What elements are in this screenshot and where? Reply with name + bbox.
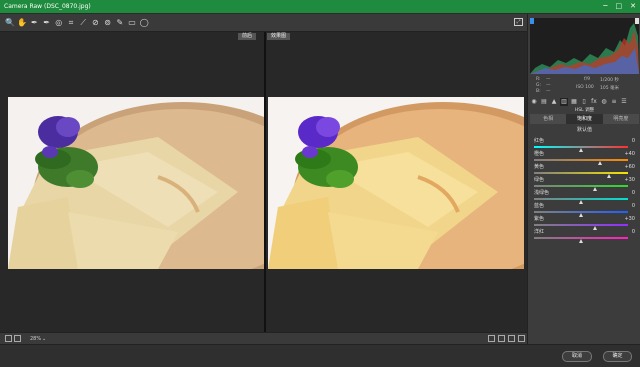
slider-value[interactable]: 0 (632, 138, 635, 144)
fullscreen-toggle-icon[interactable]: ⤢ (514, 18, 523, 26)
slider-label: 绿色 (534, 177, 545, 183)
adjustment-panel: R: G: B: — — — f/9 1/200 秒 ISO 100 105 毫… (527, 14, 640, 344)
slider-label: 洋红 (534, 229, 545, 235)
close-button[interactable]: ✕ (630, 2, 636, 11)
slider-track[interactable] (534, 224, 628, 226)
slider-row: 红色 0 (530, 138, 639, 152)
slider-row: 蓝色 0 (530, 203, 639, 217)
slider-thumb[interactable] (579, 239, 583, 243)
panel-tabs: ◉ ▤ ▲ ▥ ▦ ▯ fx ◍ ≡ ☰ (530, 98, 639, 106)
target-adjust-icon[interactable]: ◎ (54, 17, 64, 28)
copy-settings-icon[interactable] (508, 335, 515, 342)
slider-row: 黄色 +60 (530, 164, 639, 178)
slider-value[interactable]: 0 (632, 203, 635, 209)
footer-bar: 取消 确定 (0, 344, 640, 367)
split-divider (264, 32, 266, 332)
slider-row: 橙色 +40 (530, 151, 639, 165)
zoom-icon[interactable]: 🔍 (5, 17, 15, 28)
snapshots-tab-icon[interactable]: ☰ (620, 98, 628, 106)
adjustment-brush-icon[interactable]: ✎ (115, 17, 125, 28)
camera-info: R: G: B: — — — f/9 1/200 秒 ISO 100 105 毫… (536, 77, 620, 94)
white-balance-icon[interactable]: ✒ (29, 17, 39, 28)
maximize-button[interactable]: □ (616, 2, 623, 11)
slider-label: 浅绿色 (534, 190, 550, 196)
slider-row: 浅绿色 0 (530, 190, 639, 204)
lens-corrections-tab-icon[interactable]: ▯ (580, 98, 588, 106)
camera-raw-window: Camera Raw (DSC_0870.jpg) ─ □ ✕ 🔍 ✋ ✒ ✒ ◎ ⌗ ⟋ ⊘… (0, 0, 640, 367)
view-mode-icon[interactable] (488, 335, 495, 342)
slider-value[interactable]: +40 (624, 151, 635, 157)
zoom-plus-icon[interactable] (14, 335, 21, 342)
camera-calibration-tab-icon[interactable]: ◍ (600, 98, 608, 106)
before-label[interactable]: 前后 (238, 33, 257, 40)
tone-curve-tab-icon[interactable]: ▤ (540, 98, 548, 106)
slider-label: 橙色 (534, 151, 545, 157)
aperture: f/9 (584, 77, 590, 82)
zoom-minus-icon[interactable] (5, 335, 12, 342)
slider-value[interactable]: +30 (624, 177, 635, 183)
iso: ISO 100 (576, 85, 594, 90)
panel-title: HSL 调整 (574, 108, 595, 113)
title-bar: Camera Raw (DSC_0870.jpg) ─ □ ✕ (0, 0, 640, 13)
basic-tab-icon[interactable]: ◉ (530, 98, 538, 106)
toolbar: 🔍 ✋ ✒ ✒ ◎ ⌗ ⟋ ⊘ ⊚ ✎ ▭ ◯ ⤢ (0, 14, 527, 32)
after-label[interactable]: 效果图 (267, 33, 291, 40)
hsl-tab-icon[interactable]: ▥ (560, 98, 568, 106)
crop-icon[interactable]: ⌗ (66, 17, 76, 28)
slider-row: 绿色 +30 (530, 177, 639, 191)
color-sampler-icon[interactable]: ✒ (42, 17, 52, 28)
slider-value[interactable]: +60 (624, 164, 635, 170)
minimize-button[interactable]: ─ (603, 2, 607, 11)
detail-tab-icon[interactable]: ▲ (550, 98, 558, 106)
radial-filter-icon[interactable]: ◯ (139, 17, 149, 28)
zoom-dropdown-icon[interactable]: ⌄ (42, 335, 46, 343)
status-bar: 28% ⌄ (0, 332, 527, 344)
window-controls: ─ □ ✕ (603, 2, 636, 11)
straighten-icon[interactable]: ⟋ (78, 17, 88, 28)
swap-views-icon[interactable] (498, 335, 505, 342)
slider-track[interactable] (534, 159, 628, 161)
toggle-icon[interactable] (518, 335, 525, 342)
after-image (268, 97, 524, 269)
tab-luminance[interactable]: 明亮度 (602, 114, 639, 124)
slider-track[interactable] (534, 172, 628, 174)
slider-value[interactable]: 0 (632, 190, 635, 196)
effects-tab-icon[interactable]: fx (590, 98, 598, 106)
shutter-speed: 1/200 秒 (600, 78, 619, 83)
default-link[interactable]: 默认值 (530, 127, 639, 133)
before-image (8, 97, 264, 269)
cancel-button[interactable]: 取消 (562, 351, 592, 362)
split-toning-tab-icon[interactable]: ▦ (570, 98, 578, 106)
tab-saturation[interactable]: 饱和度 (566, 114, 603, 124)
slider-label: 红色 (534, 138, 545, 144)
presets-tab-icon[interactable]: ≡ (610, 98, 618, 106)
slider-label: 黄色 (534, 164, 545, 170)
hand-icon[interactable]: ✋ (17, 17, 27, 28)
slider-row: 洋红 0 (530, 229, 639, 243)
slider-label: 紫色 (534, 216, 545, 222)
zoom-level[interactable]: 28% (30, 335, 41, 343)
window-title: Camera Raw (DSC_0870.jpg) (4, 3, 91, 10)
slider-track[interactable] (534, 185, 628, 187)
spot-removal-icon[interactable]: ⊘ (90, 17, 100, 28)
red-eye-icon[interactable]: ⊚ (103, 17, 113, 28)
focal-length: 105 毫米 (600, 86, 620, 91)
preview-area: 前后 效果图 (0, 32, 527, 332)
confirm-button[interactable]: 确定 (603, 351, 632, 362)
tab-hue[interactable]: 色相 (530, 114, 567, 124)
slider-label: 蓝色 (534, 203, 545, 209)
slider-row: 紫色 +30 (530, 216, 639, 230)
hsl-subtabs: 色相 饱和度 明亮度 (530, 114, 639, 124)
slider-value[interactable]: +30 (624, 216, 635, 222)
slider-value[interactable]: 0 (632, 229, 635, 235)
histogram (530, 18, 639, 74)
graduated-filter-icon[interactable]: ▭ (127, 17, 137, 28)
